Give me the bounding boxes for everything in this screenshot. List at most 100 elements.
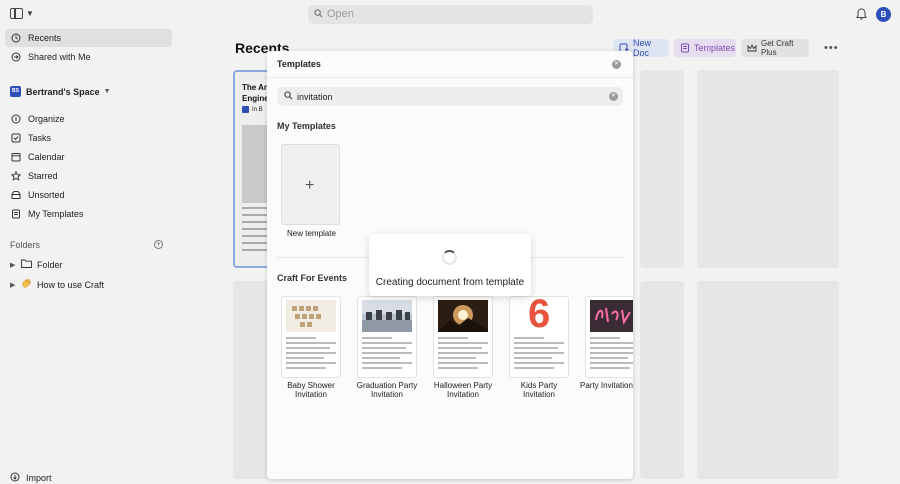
folders-heading: Folders <box>10 240 41 250</box>
crown-icon <box>747 43 757 53</box>
sidebar-item-my-templates[interactable]: My Templates <box>5 205 172 223</box>
space-switcher[interactable]: BS Bertrand's Space ▼ <box>10 86 111 97</box>
sidebar-item-calendar[interactable]: Calendar <box>5 148 172 166</box>
template-label: Party Invitation <box>580 381 633 390</box>
kids-party-number: 6 <box>528 296 551 336</box>
plus-icon: + <box>305 177 315 194</box>
bell-icon[interactable] <box>856 8 867 20</box>
chevron-down-icon: ▼ <box>103 88 111 95</box>
sidebar-item-tasks[interactable]: Tasks <box>5 129 172 147</box>
template-preview-lines <box>438 337 488 372</box>
template-icon <box>680 43 690 53</box>
doc-card-space: In B <box>242 106 263 113</box>
checkbox-icon <box>11 133 21 143</box>
chevron-right-icon[interactable]: ▶ <box>10 281 21 289</box>
wave-emoji-icon <box>21 278 33 291</box>
events-heading: Craft For Events <box>277 273 348 283</box>
sidebar-item-label: Unsorted <box>28 190 65 200</box>
tree-item-folder[interactable]: ▶ Folder <box>10 259 63 270</box>
unsorted-icon <box>11 190 21 200</box>
template-thumbnail <box>438 300 488 332</box>
template-preview-lines <box>514 337 564 372</box>
sidebar-item-unsorted[interactable]: Unsorted <box>5 186 172 204</box>
tree-item-label: How to use Craft <box>37 279 105 290</box>
clock-icon <box>11 33 21 43</box>
template-thumbnail <box>286 300 336 332</box>
search-placeholder: Open <box>327 8 354 20</box>
template-preview-lines <box>286 337 336 372</box>
space-name: Bertrand's Space <box>26 86 100 97</box>
template-card-halloween[interactable] <box>433 296 493 378</box>
templates-button[interactable]: Templates <box>674 39 736 57</box>
import-icon <box>10 472 20 484</box>
chevron-right-icon[interactable]: ▶ <box>10 261 21 269</box>
template-label: Halloween Party Invitation <box>433 381 493 399</box>
doc-card[interactable] <box>697 281 839 479</box>
more-options-icon[interactable]: ••• <box>824 42 839 54</box>
sidebar-item-label: Starred <box>28 171 58 181</box>
clear-search-icon[interactable]: ✕ <box>609 92 618 101</box>
doc-card-title: The Ar Engine <box>242 83 269 103</box>
sidebar-item-organize[interactable]: Organize <box>5 110 172 128</box>
space-badge: BS <box>10 86 21 97</box>
template-preview-lines <box>590 337 633 372</box>
organize-icon <box>11 114 21 124</box>
new-doc-label: New Doc <box>633 38 652 58</box>
template-card-graduation[interactable] <box>357 296 417 378</box>
search-icon <box>314 9 323 18</box>
import-button[interactable]: Import <box>10 472 52 484</box>
folder-icon <box>21 259 33 270</box>
sidebar-item-label: Organize <box>28 114 65 124</box>
sidebar: Recents Shared with Me BS Bertrand's Spa… <box>0 28 180 484</box>
modal-title: Templates <box>277 59 321 69</box>
template-card-kids-party[interactable]: 6 <box>509 296 569 378</box>
sidebar-item-label: Recents <box>28 33 62 43</box>
doc-card[interactable] <box>697 70 839 268</box>
template-preview-lines <box>362 337 412 372</box>
doc-card[interactable] <box>640 281 684 479</box>
my-templates-heading: My Templates <box>277 121 336 131</box>
templates-label: Templates <box>694 43 736 53</box>
star-icon <box>11 171 21 181</box>
get-craft-plus-button[interactable]: Get Craft Plus <box>741 39 809 57</box>
sidebar-item-label: Shared with Me <box>28 52 91 62</box>
search-icon <box>284 91 293 100</box>
template-search-input[interactable] <box>297 89 597 104</box>
avatar[interactable]: B <box>876 7 891 22</box>
template-card-party[interactable] <box>585 296 633 378</box>
new-template-card[interactable]: + <box>281 144 340 225</box>
tree-item-how-to[interactable]: ▶ How to use Craft <box>10 278 104 291</box>
modal-header: Templates ✕ <box>267 51 633 78</box>
template-thumbnail <box>590 300 633 332</box>
sidebar-toggle-icon[interactable] <box>10 8 23 19</box>
sidebar-item-label: My Templates <box>28 209 84 219</box>
template-label: Graduation Party Invitation <box>356 381 418 399</box>
template-card-baby-shower[interactable] <box>281 296 341 378</box>
close-icon[interactable]: ✕ <box>612 60 621 69</box>
template-thumbnail: 6 <box>514 297 564 336</box>
sidebar-item-shared[interactable]: Shared with Me <box>5 48 172 66</box>
template-label: Baby Shower Invitation <box>287 381 335 399</box>
template-thumbnail <box>362 300 412 332</box>
import-label: Import <box>26 473 52 483</box>
chevron-down-icon[interactable]: ▼ <box>26 9 34 18</box>
sidebar-item-label: Tasks <box>28 133 52 143</box>
doc-card[interactable] <box>640 70 684 268</box>
template-search: ✕ <box>277 87 623 106</box>
sidebar-item-label: Calendar <box>28 152 65 162</box>
new-template-label: New template <box>287 229 336 238</box>
spinner-icon <box>442 250 457 265</box>
template-icon <box>11 209 21 219</box>
sidebar-item-recents[interactable]: Recents <box>5 29 172 47</box>
get-craft-plus-label: Get Craft Plus <box>761 39 794 57</box>
sidebar-item-starred[interactable]: Starred <box>5 167 172 185</box>
loading-toast: Creating document from template <box>369 234 531 296</box>
top-bar: ▼ Open B <box>0 0 900 30</box>
share-icon <box>11 52 21 62</box>
tree-item-label: Folder <box>37 259 63 270</box>
open-search-bar[interactable]: Open <box>308 5 593 24</box>
calendar-icon <box>11 152 21 162</box>
add-folder-icon[interactable]: + <box>154 240 163 249</box>
loading-message: Creating document from template <box>375 277 525 288</box>
template-label: Kids Party Invitation <box>520 381 558 399</box>
